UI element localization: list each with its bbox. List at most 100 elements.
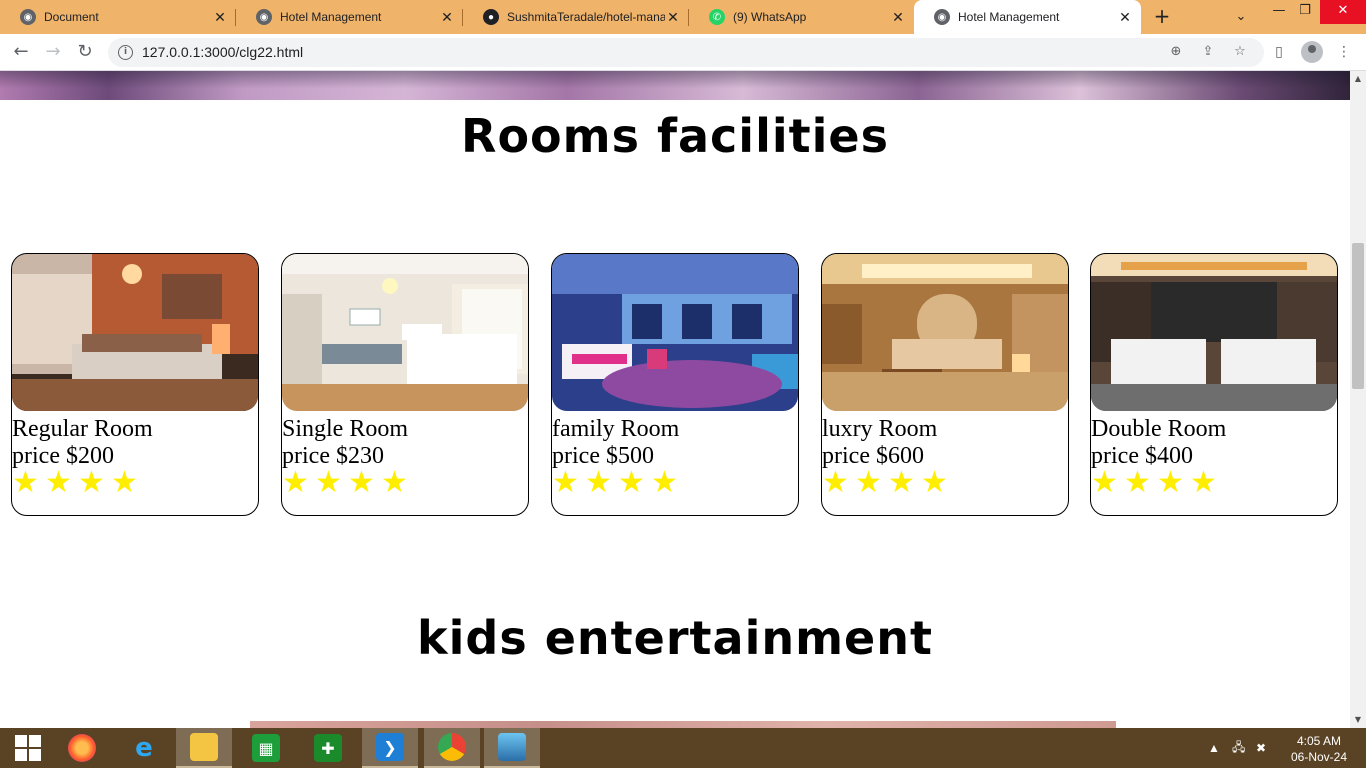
gamepad-icon: ✚ xyxy=(314,734,342,762)
tab-label: Document xyxy=(44,10,99,24)
store-icon: ▦ xyxy=(252,734,280,762)
kids-entertainment-heading: kids entertainment xyxy=(417,611,933,665)
taskbar-vscode[interactable]: ❯ xyxy=(362,728,418,768)
more-menu-icon[interactable]: ⋮ xyxy=(1333,41,1355,63)
taskbar-chrome[interactable] xyxy=(424,728,480,768)
vscode-icon: ❯ xyxy=(376,733,404,761)
room-name: luxry Room xyxy=(822,416,938,442)
room-photo-regular xyxy=(12,254,258,411)
side-panel-icon[interactable]: ▯ xyxy=(1268,41,1290,63)
star-icon: ★ xyxy=(1190,465,1217,500)
star-icon: ★ xyxy=(12,465,39,500)
hero-image-bottom xyxy=(0,71,1350,100)
star-icon: ★ xyxy=(888,465,915,500)
close-icon[interactable]: ✕ xyxy=(439,9,455,25)
star-icon: ★ xyxy=(618,465,645,500)
room-cards: Regular Room price $200 ★ ★ ★ ★ Single R… xyxy=(11,253,1341,517)
browser-toolbar: ← → ↻ i 127.0.0.1:3000/clg22.html ⊕ ⇪ ☆ … xyxy=(0,34,1366,71)
star-icon: ★ xyxy=(111,465,138,500)
globe-icon: ◉ xyxy=(934,9,950,25)
room-card[interactable]: luxry Room price $600 ★ ★ ★ ★ xyxy=(821,253,1069,516)
taskbar-store[interactable]: ▦ xyxy=(238,728,294,768)
room-card[interactable]: Single Room price $230 ★ ★ ★ ★ xyxy=(281,253,529,516)
rooms-facilities-heading: Rooms facilities xyxy=(461,109,889,163)
kids-section-image-top xyxy=(250,721,1116,728)
tab-whatsapp[interactable]: ✆ (9) WhatsApp ✕ xyxy=(689,0,914,34)
volume-muted-icon[interactable]: ✖ xyxy=(1256,728,1266,768)
page-viewport: Rooms facilities Regular Room price $200… xyxy=(0,71,1350,728)
scroll-down-arrow-icon[interactable]: ▼ xyxy=(1350,712,1366,728)
room-card[interactable]: Regular Room price $200 ★ ★ ★ ★ xyxy=(11,253,259,516)
clock-date: 06-Nov-24 xyxy=(1290,750,1348,764)
taskbar-internet-explorer[interactable]: e xyxy=(116,728,172,768)
page-scrollbar[interactable]: ▲ ▼ xyxy=(1350,71,1366,728)
whatsapp-icon: ✆ xyxy=(709,9,725,25)
tab-label: SushmitaTeradale/hotel-mana xyxy=(507,10,665,24)
taskbar-xbox[interactable]: ✚ xyxy=(300,728,356,768)
star-icon: ★ xyxy=(78,465,105,500)
close-icon[interactable]: ✕ xyxy=(890,9,906,25)
room-name: Regular Room xyxy=(12,416,153,442)
close-icon[interactable]: ✕ xyxy=(212,9,228,25)
url-text[interactable]: 127.0.0.1:3000/clg22.html xyxy=(142,44,303,60)
star-icon: ★ xyxy=(651,465,678,500)
star-rating: ★ ★ ★ ★ xyxy=(282,468,414,498)
address-bar[interactable]: i 127.0.0.1:3000/clg22.html ⊕ ⇪ ☆ xyxy=(108,38,1264,67)
star-icon: ★ xyxy=(348,465,375,500)
bookmark-star-icon[interactable]: ☆ xyxy=(1230,42,1250,62)
room-name: Double Room xyxy=(1091,416,1227,442)
room-name: family Room xyxy=(552,416,680,442)
reload-icon[interactable]: ↻ xyxy=(73,40,97,64)
room-photo-family xyxy=(552,254,798,411)
forward-arrow-icon[interactable]: → xyxy=(41,40,65,64)
info-icon[interactable]: i xyxy=(118,45,133,60)
tab-hotel-management[interactable]: ◉ Hotel Management ✕ xyxy=(236,0,463,34)
internet-explorer-icon: e xyxy=(135,733,153,763)
browser-tab-strip: ◉ Document ✕ ◉ Hotel Management ✕ ● Sush… xyxy=(0,0,1366,34)
start-button[interactable] xyxy=(0,728,56,768)
star-icon: ★ xyxy=(921,465,948,500)
close-icon[interactable]: ✕ xyxy=(1117,9,1133,25)
star-icon: ★ xyxy=(1157,465,1184,500)
window-close-button[interactable]: ✕ xyxy=(1320,0,1366,24)
share-icon[interactable]: ⇪ xyxy=(1198,42,1218,62)
network-icon[interactable]: 🖧 xyxy=(1232,728,1245,768)
globe-icon: ◉ xyxy=(20,9,36,25)
star-icon: ★ xyxy=(381,465,408,500)
close-icon[interactable]: ✕ xyxy=(665,9,681,25)
tab-document[interactable]: ◉ Document ✕ xyxy=(0,0,236,34)
scrollbar-thumb[interactable] xyxy=(1352,243,1364,389)
star-icon: ★ xyxy=(585,465,612,500)
windows-taskbar: e ▦ ✚ ❯ ▲ 🖧 ✖ 4:05 AM 06-Nov-24 xyxy=(0,728,1366,768)
zoom-icon[interactable]: ⊕ xyxy=(1166,42,1186,62)
taskbar-clock[interactable]: 4:05 AM 06-Nov-24 xyxy=(1284,733,1354,765)
star-rating: ★ ★ ★ ★ xyxy=(1091,468,1223,498)
restore-button[interactable]: ❐ xyxy=(1290,0,1320,24)
tab-label: Hotel Management xyxy=(280,10,382,24)
star-rating: ★ ★ ★ ★ xyxy=(822,468,954,498)
star-icon: ★ xyxy=(1124,465,1151,500)
room-card[interactable]: family Room price $500 ★ ★ ★ ★ xyxy=(551,253,799,516)
tab-hotel-management-active[interactable]: ◉ Hotel Management ✕ xyxy=(914,0,1141,34)
taskbar-firefox[interactable] xyxy=(54,728,110,768)
room-photo-single xyxy=(282,254,528,411)
profile-avatar[interactable] xyxy=(1301,41,1323,63)
chevron-down-icon[interactable]: ⌄ xyxy=(1230,6,1252,28)
tab-github[interactable]: ● SushmitaTeradale/hotel-mana ✕ xyxy=(463,0,689,34)
show-hidden-icons-button[interactable]: ▲ xyxy=(1208,728,1220,768)
tab-label: Hotel Management xyxy=(958,10,1060,24)
back-arrow-icon[interactable]: ← xyxy=(9,40,33,64)
clock-time: 4:05 AM xyxy=(1296,734,1342,748)
windows-logo-icon xyxy=(15,735,41,761)
chrome-icon xyxy=(438,733,466,761)
taskbar-file-explorer[interactable] xyxy=(176,728,232,768)
star-icon: ★ xyxy=(282,465,309,500)
scroll-up-arrow-icon[interactable]: ▲ xyxy=(1350,71,1366,87)
firefox-icon xyxy=(68,734,96,762)
room-photo-double xyxy=(1091,254,1337,411)
globe-icon: ◉ xyxy=(256,9,272,25)
taskbar-photos[interactable] xyxy=(484,728,540,768)
star-icon: ★ xyxy=(45,465,72,500)
room-card[interactable]: Double Room price $400 ★ ★ ★ ★ xyxy=(1090,253,1338,516)
new-tab-button[interactable]: + xyxy=(1150,5,1174,29)
